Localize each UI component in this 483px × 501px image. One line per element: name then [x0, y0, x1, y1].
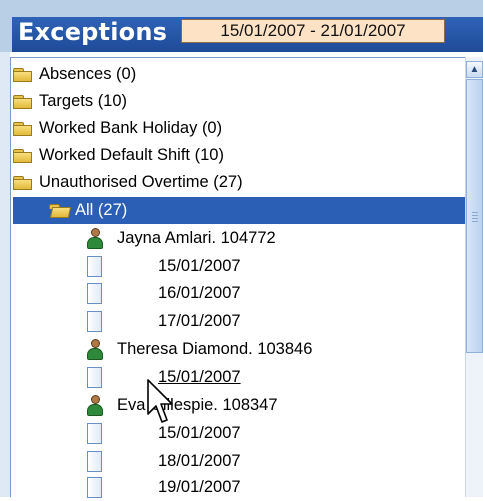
tree-item-label: Eva Gillespie. 108347 [117, 396, 278, 414]
person-icon [87, 395, 103, 417]
folder-icon [13, 122, 33, 136]
tree-item-label: Worked Default Shift (10) [39, 146, 224, 164]
folder-icon [13, 149, 33, 163]
vertical-scrollbar[interactable]: ▲ [465, 57, 483, 497]
tree-item-label: 18/01/2007 [158, 452, 241, 470]
document-icon [87, 283, 103, 305]
folder-icon [13, 176, 33, 190]
document-icon [87, 423, 103, 445]
mouse-cursor-icon [147, 379, 173, 423]
document-icon [87, 311, 103, 333]
document-icon [87, 256, 103, 278]
tree-item-label: Jayna Amlari. 104772 [117, 229, 276, 247]
header-bar: Exceptions 15/01/2007 - 21/01/2007 [0, 0, 483, 52]
tree-item-label: Worked Bank Holiday (0) [39, 119, 223, 137]
tree-item-label: Targets (10) [39, 92, 128, 110]
document-icon [87, 451, 103, 473]
tree-item-label: 17/01/2007 [158, 312, 241, 330]
folder-icon [13, 95, 33, 109]
person-icon [87, 339, 103, 361]
tree-item-label: Theresa Diamond. 103846 [117, 340, 313, 358]
scroll-thumb[interactable] [466, 79, 483, 353]
tree-item-label: Unauthorised Overtime (27) [39, 173, 243, 191]
page-title: Exceptions [18, 18, 168, 46]
document-icon [87, 367, 103, 389]
tree-item-label: Absences (0) [39, 65, 137, 83]
left-panel-edge [0, 52, 10, 497]
folder-icon [13, 68, 33, 82]
tree-item-label: 16/01/2007 [158, 284, 241, 302]
scroll-up-button[interactable]: ▲ [466, 61, 483, 78]
person-icon [87, 228, 103, 250]
tree-item-label: All (27) [75, 201, 128, 219]
tree-item-all[interactable]: All (27) [13, 197, 467, 224]
document-icon [87, 477, 103, 499]
date-range-field[interactable]: 15/01/2007 - 21/01/2007 [181, 19, 445, 43]
folder-open-icon [49, 204, 72, 218]
tree-item-label: 15/01/2007 [158, 257, 241, 275]
exceptions-tree: Absences (0) Targets (10) Worked Bank Ho… [10, 57, 483, 499]
